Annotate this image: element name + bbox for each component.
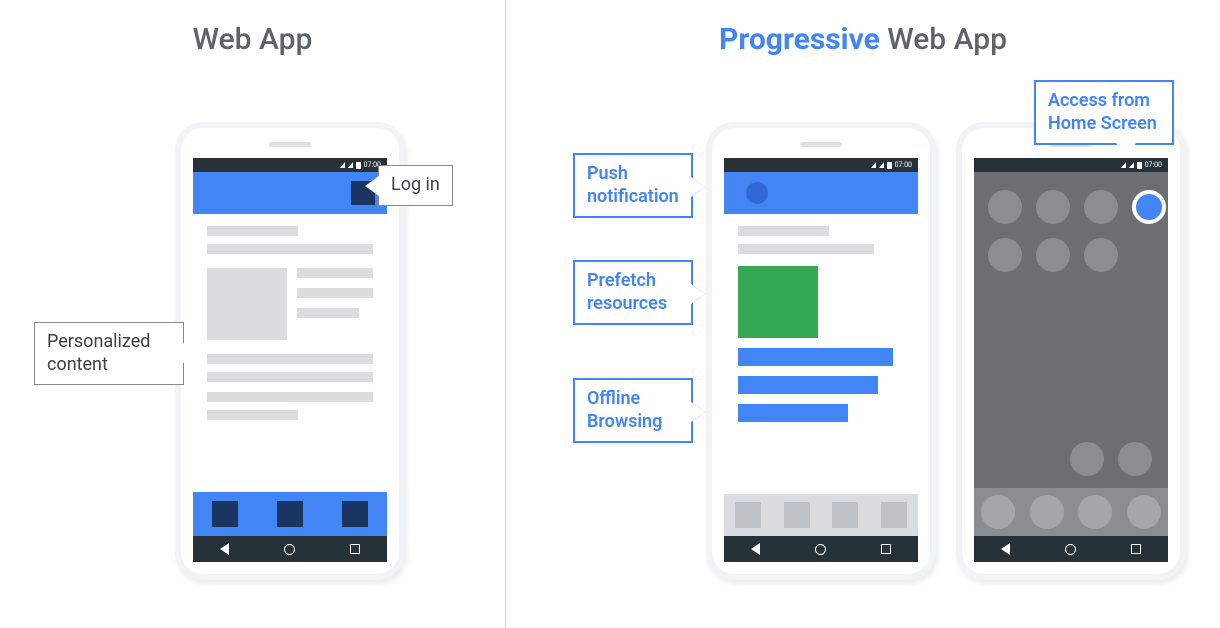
signal-icon: [1121, 162, 1126, 168]
title-accent: Progressive: [719, 22, 880, 57]
status-bar: 07:00: [724, 158, 918, 172]
app-grid: [988, 190, 1166, 272]
dock-app-icon: [1030, 495, 1064, 529]
phone-home-screen: 07:00: [956, 122, 1186, 580]
wifi-icon: [1129, 162, 1134, 168]
app-icon: [1118, 442, 1152, 476]
back-icon: [751, 543, 760, 555]
callout-label: Access from Home Screen: [1048, 90, 1157, 134]
bottom-nav: [724, 494, 918, 536]
home-icon: [815, 544, 826, 555]
dock-app-icon: [981, 495, 1015, 529]
prefetch-resource-icon: [738, 266, 818, 338]
status-bar: 07:00: [974, 158, 1168, 172]
callout-label: Push notification: [587, 163, 679, 207]
nav-item-icon: [735, 502, 761, 528]
status-bar: 07:00: [193, 158, 387, 172]
callout-label: Offline Browsing: [587, 388, 662, 432]
pwa-title: Progressive Web App: [506, 0, 1220, 57]
status-time: 07:00: [1145, 161, 1162, 169]
text-placeholder: [297, 268, 373, 278]
callout-offline: Offline Browsing: [573, 378, 693, 443]
phone-pwa-app: 07:00: [706, 122, 936, 580]
android-nav-bar: [724, 536, 918, 562]
back-icon: [1001, 543, 1010, 555]
android-nav-bar: [193, 536, 387, 562]
dock-app-icon: [1127, 495, 1161, 529]
callout-label: Log in: [391, 174, 440, 195]
web-app-panel: Web App 07:00: [0, 0, 505, 628]
phone-content: [724, 172, 918, 536]
text-placeholder: [207, 410, 298, 420]
app-icon: [1084, 238, 1118, 272]
text-placeholder: [297, 308, 359, 318]
nav-item-icon: [212, 501, 238, 527]
home-screen: [974, 172, 1168, 536]
android-nav-bar: [974, 536, 1168, 562]
pwa-panel: Progressive Web App 07:00: [505, 0, 1220, 628]
nav-item-icon: [784, 502, 810, 528]
callout-label: Personalized content: [47, 331, 150, 375]
text-placeholder: [738, 226, 829, 236]
diagram-container: Web App 07:00: [0, 0, 1220, 628]
offline-content-bar: [738, 376, 878, 394]
dock-app-icon: [1078, 495, 1112, 529]
text-placeholder: [207, 354, 373, 364]
signal-icon: [871, 162, 876, 168]
app-icon: [1036, 190, 1070, 224]
app-header: [724, 172, 918, 214]
callout-home-screen: Access from Home Screen: [1034, 80, 1174, 145]
phone-speaker-icon: [269, 142, 311, 147]
recent-icon: [1131, 544, 1141, 554]
callout-label: Prefetch resources: [587, 270, 667, 314]
phone-content: [193, 172, 387, 536]
signal-icon: [340, 162, 345, 168]
text-placeholder: [738, 244, 874, 254]
callout-login: Log in: [378, 165, 453, 206]
wifi-icon: [348, 162, 353, 168]
text-placeholder: [297, 288, 373, 298]
dock: [974, 488, 1168, 536]
text-placeholder: [207, 392, 373, 402]
home-icon: [284, 544, 295, 555]
nav-item-icon: [342, 501, 368, 527]
app-icon: [1036, 238, 1070, 272]
home-icon: [1065, 544, 1076, 555]
wifi-icon: [879, 162, 884, 168]
battery-icon: [356, 162, 361, 169]
web-app-title: Web App: [0, 0, 505, 57]
offline-content-bar: [738, 404, 848, 422]
nav-item-icon: [832, 502, 858, 528]
pwa-app-icon: [1132, 190, 1166, 224]
callout-personalized: Personalized content: [34, 322, 184, 385]
app-icon: [988, 190, 1022, 224]
app-icon: [1070, 442, 1104, 476]
text-placeholder: [207, 372, 373, 382]
push-notification-icon: [746, 182, 768, 204]
text-placeholder: [207, 244, 373, 254]
callout-prefetch: Prefetch resources: [573, 260, 693, 325]
bottom-nav: [193, 492, 387, 536]
back-icon: [220, 543, 229, 555]
app-icon: [1084, 190, 1118, 224]
nav-item-icon: [881, 502, 907, 528]
image-placeholder: [207, 268, 287, 340]
nav-item-icon: [277, 501, 303, 527]
offline-content-bar: [738, 348, 893, 366]
callout-push: Push notification: [573, 153, 693, 218]
recent-icon: [350, 544, 360, 554]
title-rest: Web App: [880, 22, 1007, 57]
text-placeholder: [207, 226, 298, 236]
recent-icon: [881, 544, 891, 554]
battery-icon: [1137, 162, 1142, 169]
app-icon: [988, 238, 1022, 272]
phone-speaker-icon: [800, 142, 842, 147]
status-time: 07:00: [895, 161, 912, 169]
battery-icon: [887, 162, 892, 169]
app-header: [193, 172, 387, 214]
